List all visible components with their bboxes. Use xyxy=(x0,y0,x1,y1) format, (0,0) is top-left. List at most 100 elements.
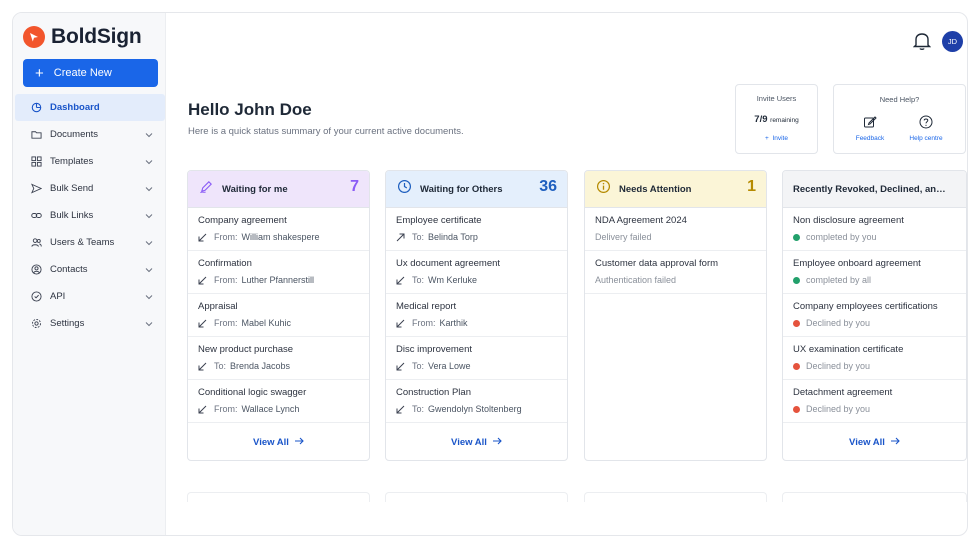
document-title: Appraisal xyxy=(198,301,238,312)
recently-revoked-panel: Recently Revoked, Declined, and Complete… xyxy=(782,170,967,461)
sidebar-item-settings[interactable]: Settings xyxy=(15,310,165,337)
arrow-down-left-icon xyxy=(396,362,406,371)
list-item[interactable]: Ux document agreement To: Wm Kerluke xyxy=(386,251,567,294)
direction-label: From: xyxy=(214,232,238,242)
sidebar-nav: Dashboard Documents Templates Bulk Send … xyxy=(15,94,165,337)
sidebar-item-label: Bulk Links xyxy=(50,210,94,221)
info-icon xyxy=(596,179,611,199)
list-item[interactable]: Appraisal From: Mabel Kuhic xyxy=(188,294,369,337)
list-item[interactable]: NDA Agreement 2024 Delivery failed xyxy=(585,208,766,251)
list-item[interactable]: Employee certificate To: Belinda Torp xyxy=(386,208,567,251)
arrow-right-icon xyxy=(294,437,304,448)
list-item[interactable]: Conditional logic swagger From: Wallace L… xyxy=(188,380,369,423)
person-name: Brenda Jacobs xyxy=(230,361,291,371)
plus-icon: + xyxy=(765,135,769,142)
sidebar-item-dashboard[interactable]: Dashboard xyxy=(15,94,165,121)
status-text: Delivery failed xyxy=(595,232,652,242)
sidebar-item-label: Contacts xyxy=(50,264,88,275)
chevron-down-icon xyxy=(145,238,153,249)
sidebar-item-templates[interactable]: Templates xyxy=(15,148,165,175)
document-title: Company employees certifications xyxy=(793,301,938,312)
arrow-down-left-icon xyxy=(198,319,208,328)
view-all-link[interactable]: View All xyxy=(386,437,567,448)
list-item[interactable]: Detachment agreement Declined by you xyxy=(783,380,966,423)
direction-label: To: xyxy=(214,361,227,371)
chevron-down-icon xyxy=(145,130,153,141)
next-row-card xyxy=(782,492,967,502)
bell-icon[interactable] xyxy=(912,31,932,56)
list-item[interactable]: Company agreement From: William shakesper… xyxy=(188,208,369,251)
list-item[interactable]: Medical report From: Karthik xyxy=(386,294,567,337)
view-all-link[interactable]: View All xyxy=(783,437,966,448)
create-new-label: Create New xyxy=(53,67,112,79)
document-title: Detachment agreement xyxy=(793,387,893,398)
boldsign-logo-icon xyxy=(23,26,45,48)
status-text: Authentication failed xyxy=(595,275,677,285)
feedback-link[interactable]: Feedback xyxy=(845,115,895,142)
list-item[interactable]: Confirmation From: Luther Pfannerstill xyxy=(188,251,369,294)
avatar[interactable]: JD xyxy=(942,31,963,52)
document-title: Confirmation xyxy=(198,258,252,269)
status-text: Declined by you xyxy=(806,404,871,414)
document-title: Non disclosure agreement xyxy=(793,215,904,226)
sidebar-item-label: Bulk Send xyxy=(50,183,94,194)
chevron-down-icon xyxy=(145,211,153,222)
main-content: JD Hello John Doe Here is a quick status… xyxy=(167,13,967,535)
arrow-right-icon xyxy=(890,437,900,448)
sidebar-item-label: Dashboard xyxy=(50,102,100,113)
arrow-down-left-icon xyxy=(396,319,406,328)
help-centre-link[interactable]: Help centre xyxy=(901,115,951,142)
panel-header: Recently Revoked, Declined, and Complete… xyxy=(783,171,966,208)
list-item[interactable]: Disc improvement To: Vera Lowe xyxy=(386,337,567,380)
view-all-link[interactable]: View All xyxy=(188,437,369,448)
templates-icon xyxy=(31,156,42,167)
list-item[interactable]: Employee onboard agreement completed by … xyxy=(783,251,966,294)
status-text: completed by all xyxy=(806,275,872,285)
panel-title: Waiting for me xyxy=(222,183,288,195)
sidebar-item-bulk-links[interactable]: Bulk Links xyxy=(15,202,165,229)
person-name: Wallace Lynch xyxy=(241,404,300,414)
invite-link[interactable]: + Invite xyxy=(736,135,817,142)
list-item[interactable]: Construction Plan To: Gwendolyn Stoltenbe… xyxy=(386,380,567,423)
sidebar-item-documents[interactable]: Documents xyxy=(15,121,165,148)
direction-label: To: xyxy=(412,232,425,242)
document-title: Employee certificate xyxy=(396,215,482,226)
sidebar-item-users-teams[interactable]: Users & Teams xyxy=(15,229,165,256)
list-item[interactable]: Customer data approval form Authenticati… xyxy=(585,251,766,294)
person-name: Belinda Torp xyxy=(428,232,478,242)
status-text: Declined by you xyxy=(806,318,871,328)
contact-icon xyxy=(31,264,42,275)
person-name: William shakespere xyxy=(241,232,320,242)
logo[interactable]: BoldSign xyxy=(23,25,142,49)
direction-label: From: xyxy=(214,404,238,414)
sidebar-item-api[interactable]: API xyxy=(15,283,165,310)
declined-status-icon xyxy=(793,362,800,370)
sidebar-item-label: API xyxy=(50,291,66,302)
create-new-button[interactable]: + Create New xyxy=(23,59,158,87)
arrow-right-icon xyxy=(492,437,502,448)
waiting-for-others-panel: Waiting for Others 36 Employee certifica… xyxy=(385,170,568,461)
invite-count: 7/9 remaining xyxy=(736,114,817,125)
sidebar: BoldSign + Create New Dashboard Document… xyxy=(13,13,166,535)
panel-title: Needs Attention xyxy=(619,183,692,195)
list-item[interactable]: UX examination certificate Declined by y… xyxy=(783,337,966,380)
sidebar-item-bulk-send[interactable]: Bulk Send xyxy=(15,175,165,202)
arrow-down-left-icon xyxy=(198,233,208,242)
person-name: Wm Kerluke xyxy=(428,275,478,285)
invite-link-label: Invite xyxy=(772,135,788,142)
list-item[interactable]: Non disclosure agreement completed by yo… xyxy=(783,208,966,251)
status-text: completed by you xyxy=(806,232,877,242)
next-row-card xyxy=(584,492,767,502)
list-item[interactable]: New product purchase To: Brenda Jacobs xyxy=(188,337,369,380)
document-title: Conditional logic swagger xyxy=(198,387,307,398)
view-all-label: View All xyxy=(451,437,487,448)
sidebar-item-contacts[interactable]: Contacts xyxy=(15,256,165,283)
users-icon xyxy=(31,237,42,248)
list-item[interactable]: Company employees certifications Decline… xyxy=(783,294,966,337)
direction-label: To: xyxy=(412,361,425,371)
view-all-label: View All xyxy=(253,437,289,448)
sidebar-item-label: Templates xyxy=(50,156,94,167)
folder-icon xyxy=(31,129,42,140)
panel-title: Waiting for Others xyxy=(420,183,503,195)
direction-label: From: xyxy=(412,318,436,328)
